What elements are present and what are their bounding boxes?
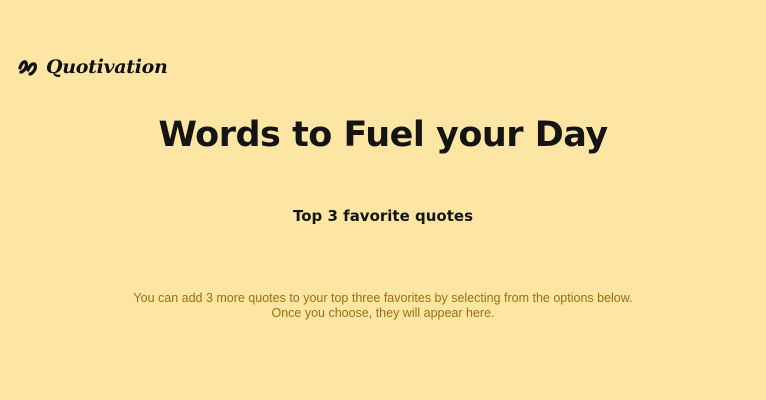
favorites-empty-message: You can add 3 more quotes to your top th… <box>0 291 766 321</box>
quote-mark-icon <box>18 60 37 76</box>
empty-message-line-2: Once you choose, they will appear here. <box>271 306 495 320</box>
empty-message-line-1: You can add 3 more quotes to your top th… <box>133 291 633 305</box>
brand-logo[interactable]: Quotivation <box>18 54 168 80</box>
favorites-heading: Top 3 favorite quotes <box>293 207 473 225</box>
brand-name: Quotivation <box>46 55 168 78</box>
page-title: Words to Fuel your Day <box>158 115 608 155</box>
